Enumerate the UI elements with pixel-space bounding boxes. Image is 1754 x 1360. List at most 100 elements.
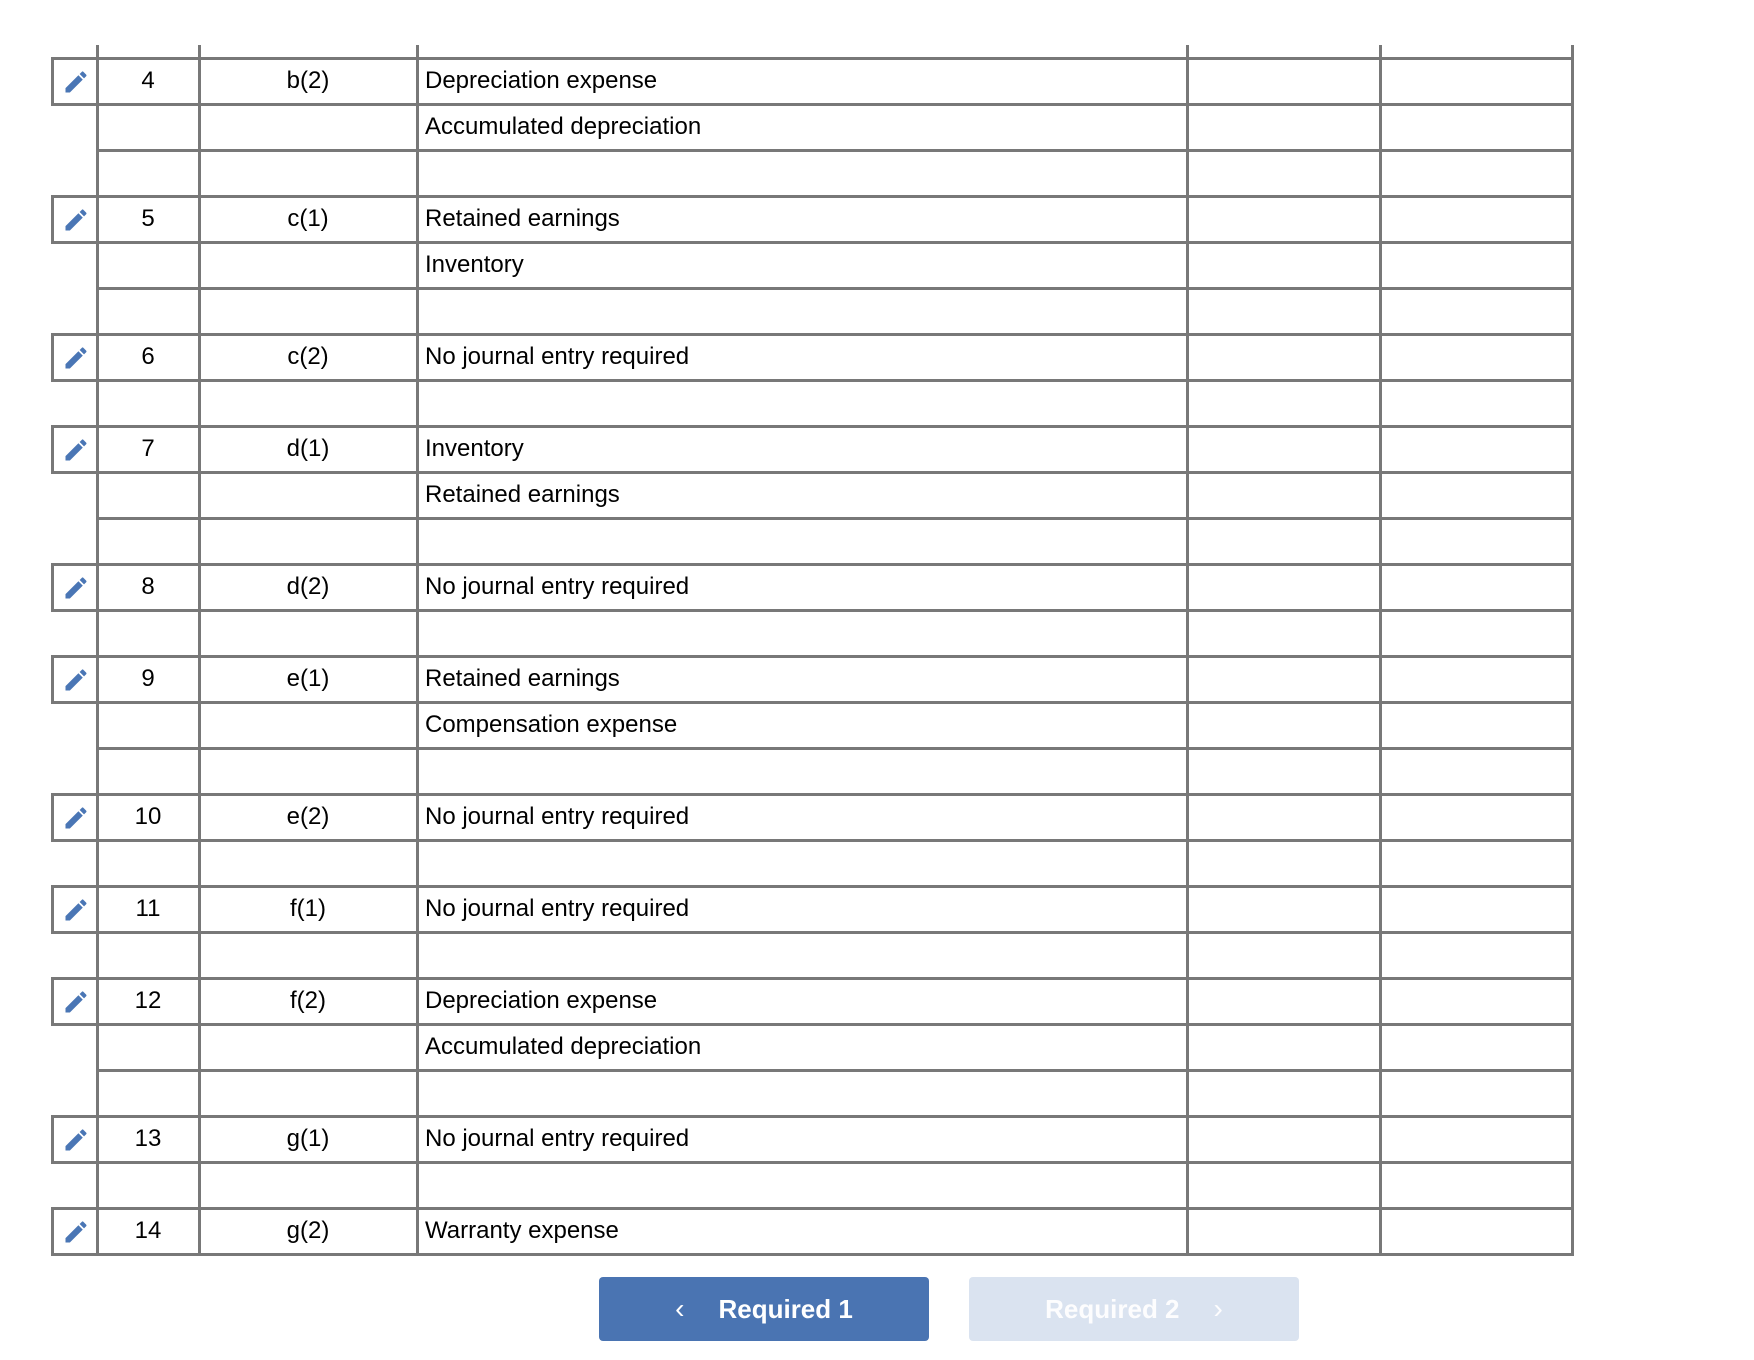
account-title-cell[interactable]: No journal entry required (425, 794, 1185, 840)
credit-cell[interactable] (1380, 656, 1572, 702)
debit-cell[interactable] (1187, 288, 1380, 334)
debit-cell[interactable] (1187, 978, 1380, 1024)
account-title-cell[interactable]: Depreciation expense (425, 58, 1185, 104)
debit-cell[interactable] (1187, 1162, 1380, 1208)
account-title-cell[interactable]: Inventory (425, 426, 1185, 472)
edit-entry-button[interactable] (51, 1115, 97, 1164)
debit-cell[interactable] (1187, 426, 1380, 472)
account-title-cell[interactable]: Retained earnings (425, 656, 1185, 702)
account-title-cell[interactable] (425, 288, 1185, 334)
edit-entry-button[interactable] (51, 977, 97, 1026)
edit-entry-button[interactable] (51, 333, 97, 382)
account-title-cell[interactable]: No journal entry required (425, 334, 1185, 380)
column-divider (1186, 45, 1189, 1256)
edit-entry-button[interactable] (51, 195, 97, 244)
account-title-cell[interactable] (425, 840, 1185, 886)
edit-entry-button[interactable] (51, 793, 97, 842)
account-title-cell[interactable]: No journal entry required (425, 1116, 1185, 1162)
credit-cell[interactable] (1380, 1024, 1572, 1070)
account-title-cell[interactable]: Accumulated depreciation (425, 1024, 1185, 1070)
debit-cell[interactable] (1187, 334, 1380, 380)
credit-cell[interactable] (1380, 748, 1572, 794)
account-title-cell[interactable]: Retained earnings (425, 196, 1185, 242)
debit-cell[interactable] (1187, 1070, 1380, 1116)
credit-cell[interactable] (1380, 58, 1572, 104)
credit-cell[interactable] (1380, 1208, 1572, 1254)
debit-cell[interactable] (1187, 472, 1380, 518)
entry-number: 13 (134, 1125, 162, 1152)
account-title-cell[interactable] (425, 1162, 1185, 1208)
debit-cell[interactable] (1187, 380, 1380, 426)
edit-entry-button[interactable] (51, 655, 97, 704)
account-title-cell[interactable]: Retained earnings (425, 472, 1185, 518)
pencil-icon (65, 208, 87, 230)
debit-cell[interactable] (1187, 104, 1380, 150)
debit-cell[interactable] (1187, 886, 1380, 932)
account-title-cell[interactable] (425, 518, 1185, 564)
debit-cell[interactable] (1187, 1208, 1380, 1254)
account-title-cell[interactable]: Accumulated depreciation (425, 104, 1185, 150)
edit-entry-button[interactable] (51, 1207, 97, 1256)
credit-cell[interactable] (1380, 104, 1572, 150)
debit-cell[interactable] (1187, 196, 1380, 242)
debit-cell[interactable] (1187, 702, 1380, 748)
account-title-cell[interactable] (425, 932, 1185, 978)
debit-cell[interactable] (1187, 840, 1380, 886)
edit-entry-button[interactable] (51, 885, 97, 934)
credit-cell[interactable] (1380, 886, 1572, 932)
debit-cell[interactable] (1187, 150, 1380, 196)
credit-cell[interactable] (1380, 518, 1572, 564)
credit-cell[interactable] (1380, 426, 1572, 472)
credit-cell[interactable] (1380, 840, 1572, 886)
credit-cell[interactable] (1380, 794, 1572, 840)
credit-cell[interactable] (1380, 1162, 1572, 1208)
credit-cell[interactable] (1380, 196, 1572, 242)
debit-cell[interactable] (1187, 518, 1380, 564)
credit-cell[interactable] (1380, 1116, 1572, 1162)
debit-cell[interactable] (1187, 656, 1380, 702)
account-title-cell[interactable]: No journal entry required (425, 564, 1185, 610)
credit-cell[interactable] (1380, 150, 1572, 196)
account-title-cell[interactable]: Inventory (425, 242, 1185, 288)
account-title-cell[interactable] (425, 150, 1185, 196)
column-divider (96, 45, 99, 1256)
debit-cell[interactable] (1187, 610, 1380, 656)
debit-cell[interactable] (1187, 242, 1380, 288)
chevron-left-icon: ‹ (675, 1293, 685, 1324)
credit-cell[interactable] (1380, 610, 1572, 656)
account-title-cell[interactable]: No journal entry required (425, 886, 1185, 932)
debit-cell[interactable] (1187, 1116, 1380, 1162)
required-2-button[interactable]: Required 2 › (969, 1277, 1299, 1341)
account-title-cell[interactable] (425, 610, 1185, 656)
required-1-button[interactable]: ‹ Required 1 (599, 1277, 929, 1341)
pencil-icon (65, 806, 87, 828)
credit-cell[interactable] (1380, 472, 1572, 518)
debit-cell[interactable] (1187, 564, 1380, 610)
transaction-label: d(1) (286, 435, 330, 462)
credit-cell[interactable] (1380, 288, 1572, 334)
account-title-cell[interactable]: Compensation expense (425, 702, 1185, 748)
account-title-cell[interactable]: Warranty expense (425, 1208, 1185, 1254)
account-title-cell[interactable]: Depreciation expense (425, 978, 1185, 1024)
debit-cell[interactable] (1187, 58, 1380, 104)
edit-entry-button[interactable] (51, 563, 97, 612)
credit-cell[interactable] (1380, 702, 1572, 748)
credit-cell[interactable] (1380, 380, 1572, 426)
debit-cell[interactable] (1187, 1024, 1380, 1070)
debit-cell[interactable] (1187, 748, 1380, 794)
debit-cell[interactable] (1187, 932, 1380, 978)
account-title-cell[interactable] (425, 380, 1185, 426)
edit-entry-button[interactable] (51, 57, 97, 106)
credit-cell[interactable] (1380, 1070, 1572, 1116)
account-title-cell[interactable] (425, 748, 1185, 794)
credit-cell[interactable] (1380, 334, 1572, 380)
entry-number: 9 (141, 665, 155, 692)
pencil-icon (65, 70, 87, 92)
debit-cell[interactable] (1187, 794, 1380, 840)
credit-cell[interactable] (1380, 978, 1572, 1024)
edit-entry-button[interactable] (51, 425, 97, 474)
credit-cell[interactable] (1380, 242, 1572, 288)
credit-cell[interactable] (1380, 932, 1572, 978)
credit-cell[interactable] (1380, 564, 1572, 610)
account-title-cell[interactable] (425, 1070, 1185, 1116)
